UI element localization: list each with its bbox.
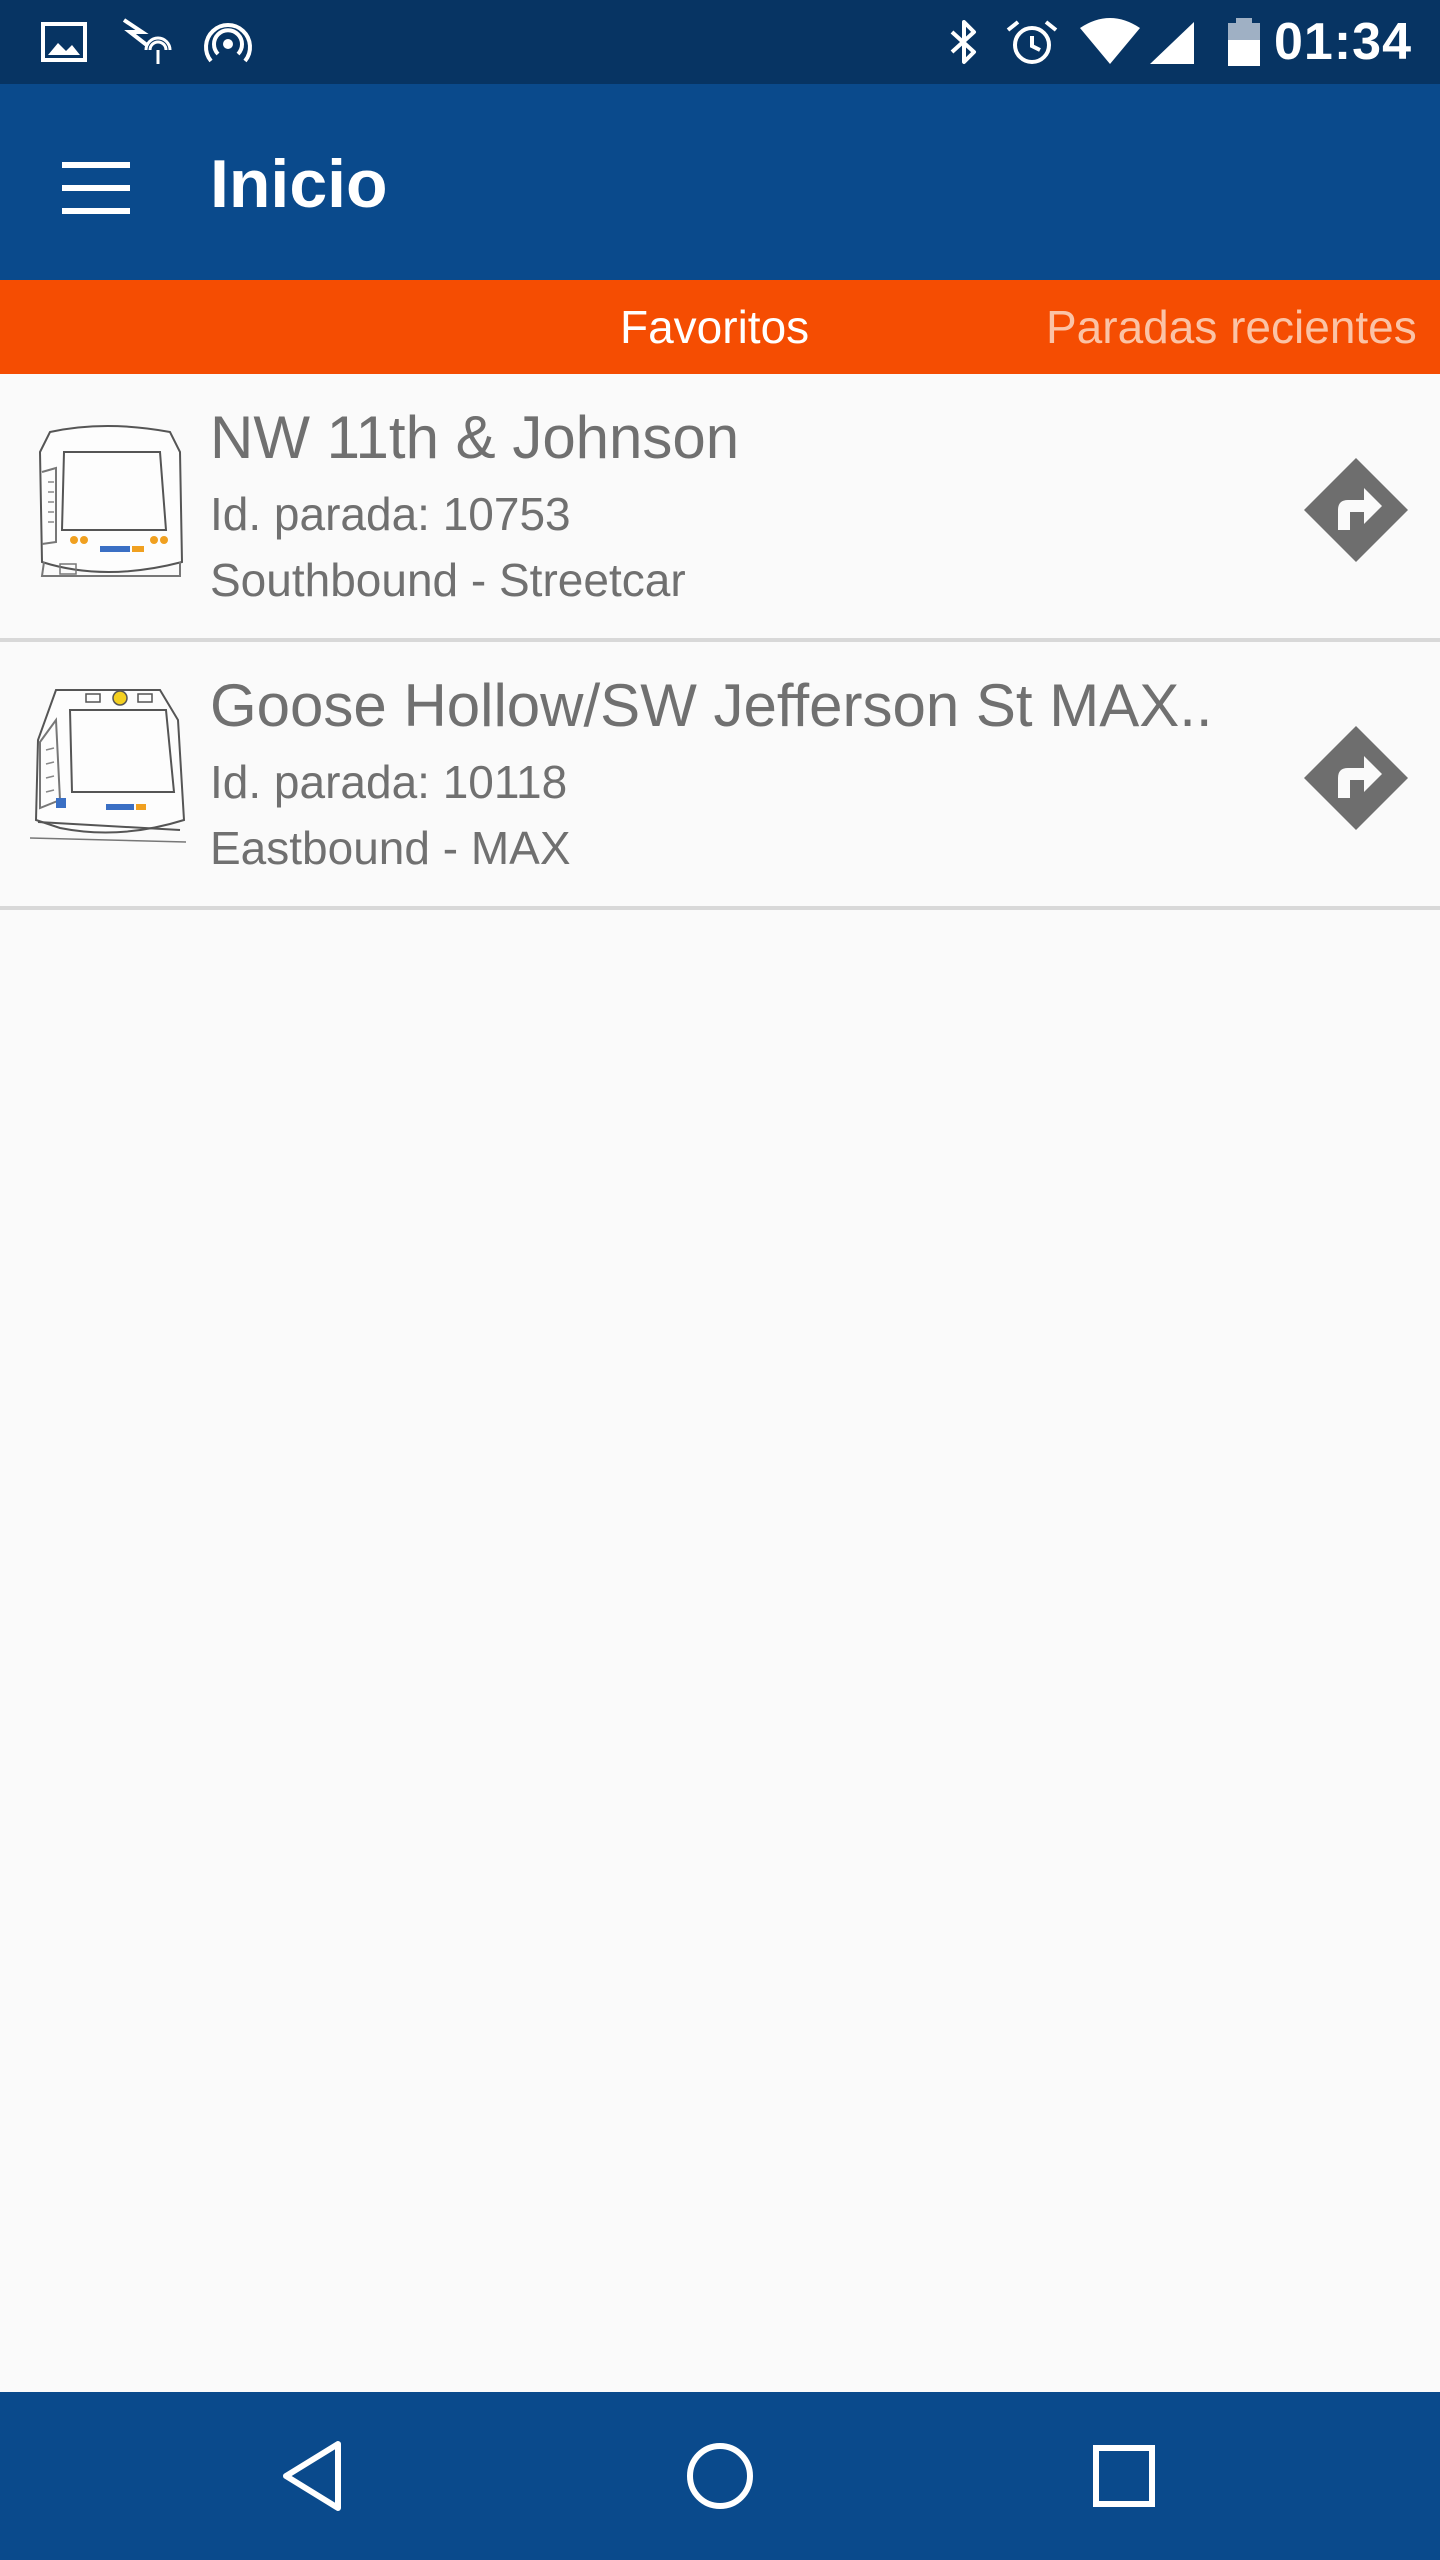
alarm-icon (1006, 20, 1058, 64)
stop-direction: Eastbound - MAX (210, 822, 571, 874)
directions-icon[interactable] (1300, 722, 1412, 834)
stop-id: Id. parada: 10753 (210, 488, 571, 540)
stop-title: Goose Hollow/SW Jefferson St MAX.. (210, 672, 1213, 739)
hamburger-menu-icon (62, 162, 130, 214)
app-bar: Inicio (0, 84, 1440, 280)
navigation-bar (0, 2392, 1440, 2560)
hotspot-icon (204, 23, 252, 63)
menu-button[interactable] (48, 140, 144, 236)
status-bar: 01:34 (0, 0, 1440, 84)
wifi-icon (1080, 18, 1140, 64)
stop-list: NW 11th & Johnson Id. parada: 10753 Sout… (0, 374, 1440, 910)
bluetooth-icon (950, 20, 976, 64)
recents-icon[interactable] (1080, 2432, 1168, 2520)
battery-icon (1228, 18, 1260, 66)
tab-paradas-recientes[interactable]: Paradas recientes (1046, 280, 1417, 374)
status-time: 01:34 (1274, 13, 1412, 71)
stop-id: Id. parada: 10118 (210, 756, 568, 808)
home-icon[interactable] (676, 2432, 764, 2520)
tab-bar: Favoritos Paradas recientes (0, 280, 1440, 374)
screen: 01:34 Inicio Favoritos Paradas recientes (0, 0, 1440, 2560)
back-icon[interactable] (272, 2432, 360, 2520)
image-icon (41, 22, 87, 62)
signal-flash-icon (122, 18, 172, 64)
cell-signal-icon (1150, 22, 1194, 64)
stop-direction: Southbound - Streetcar (210, 554, 686, 606)
tab-favoritos[interactable]: Favoritos (620, 280, 809, 374)
directions-icon[interactable] (1300, 454, 1412, 566)
max-train-icon (29, 689, 187, 843)
list-item[interactable]: Goose Hollow/SW Jefferson St MAX.. Id. p… (0, 642, 1440, 910)
streetcar-icon (38, 425, 184, 577)
list-item[interactable]: NW 11th & Johnson Id. parada: 10753 Sout… (0, 374, 1440, 642)
page-title: Inicio (210, 146, 388, 222)
stop-title: NW 11th & Johnson (210, 404, 740, 471)
